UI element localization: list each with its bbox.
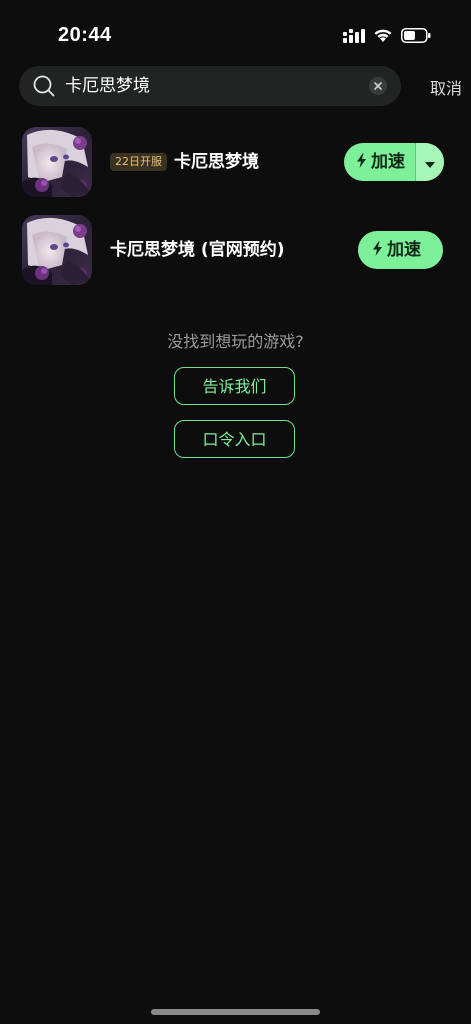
accelerate-button[interactable]: 加速	[358, 231, 443, 269]
accelerate-button-inner[interactable]: 加速	[358, 231, 431, 269]
code-entry-button[interactable]: 口令入口	[174, 420, 295, 458]
search-input[interactable]	[65, 73, 355, 99]
status-icons	[343, 28, 431, 47]
list-item[interactable]: 22日开服 卡厄思梦境 加速	[0, 127, 471, 201]
cellular-signal-icon	[343, 28, 365, 47]
game-title-wrap: 卡厄思梦境 (官网预约)	[110, 238, 284, 262]
search-row: 取消	[19, 66, 462, 106]
lightning-bolt-icon	[356, 152, 367, 172]
not-found-prompt: 没找到想玩的游戏?	[167, 332, 304, 351]
game-title-wrap: 22日开服 卡厄思梦境	[110, 150, 259, 174]
accelerate-label: 加速	[371, 152, 405, 172]
game-title: 卡厄思梦境 (官网预约)	[110, 240, 285, 260]
wifi-icon	[373, 28, 393, 47]
accelerate-label: 加速	[387, 240, 421, 260]
search-icon	[33, 75, 55, 97]
game-icon[interactable]	[22, 215, 92, 285]
status-bar: 20:44	[0, 0, 471, 60]
tell-us-button[interactable]: 告诉我们	[174, 367, 295, 405]
lightning-bolt-icon	[372, 240, 383, 260]
home-indicator[interactable]	[151, 1009, 320, 1015]
accelerate-split-button[interactable]: 加速	[344, 143, 444, 181]
status-time: 20:44	[58, 24, 112, 46]
battery-icon	[401, 28, 431, 47]
game-icon[interactable]	[22, 127, 92, 197]
accelerate-button[interactable]: 加速	[344, 143, 415, 181]
cancel-button[interactable]: 取消	[430, 75, 462, 99]
game-title: 卡厄思梦境	[174, 152, 259, 172]
caret-down-icon	[425, 153, 435, 172]
accelerate-dropdown-button[interactable]	[415, 143, 444, 181]
clear-search-button[interactable]	[369, 77, 387, 95]
list-item[interactable]: 卡厄思梦境 (官网预约) 加速	[0, 215, 471, 289]
close-icon	[374, 82, 382, 90]
search-box[interactable]	[19, 66, 401, 106]
server-open-badge: 22日开服	[110, 153, 167, 171]
